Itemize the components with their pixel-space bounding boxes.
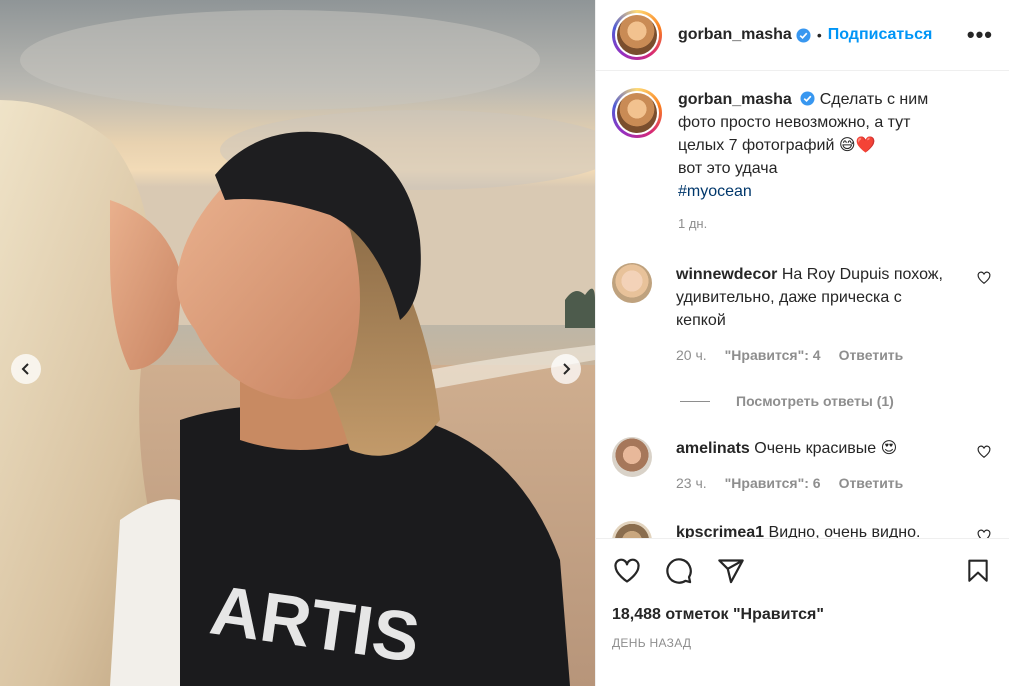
- more-options-button[interactable]: •••: [967, 22, 993, 48]
- comment-username[interactable]: kpscrimea1: [676, 524, 764, 538]
- caption-line: фото просто невозможно, а тут: [678, 114, 911, 131]
- view-replies-button[interactable]: Посмотреть ответы (1): [680, 393, 993, 409]
- comment-icon: [666, 558, 692, 584]
- hashtag-link[interactable]: #myocean: [678, 180, 968, 203]
- action-icons-row: [612, 555, 993, 587]
- verified-badge-icon: [800, 91, 815, 106]
- comment-like-heart-icon[interactable]: [977, 271, 991, 285]
- author-avatar[interactable]: [612, 10, 662, 60]
- replies-divider: [680, 400, 710, 402]
- comment-username[interactable]: winnewdecor: [676, 266, 777, 283]
- comment-likes-link[interactable]: "Нравится": 6: [725, 472, 821, 495]
- bookmark-icon: [968, 559, 988, 582]
- comment-item: kpscrimea1 Видно, очень видно.: [612, 521, 993, 538]
- follow-button[interactable]: Подписаться: [828, 26, 933, 44]
- caption-line: целых 7 фотографий 😅❤️: [678, 137, 876, 154]
- comment-like-heart-icon[interactable]: [977, 529, 991, 538]
- caption-line: Сделать с ним: [819, 91, 929, 108]
- chevron-right-icon: [563, 363, 571, 375]
- commenter-avatar[interactable]: [612, 521, 652, 538]
- post-photo[interactable]: ARTIS: [0, 0, 595, 686]
- comments-list[interactable]: gorban_masha Сделать с ним фото просто н…: [596, 72, 1009, 538]
- caption-author-avatar[interactable]: [612, 88, 662, 138]
- save-button[interactable]: [963, 556, 993, 586]
- carousel-prev-button[interactable]: [11, 354, 41, 384]
- comment-likes-link[interactable]: "Нравится": 4: [725, 344, 821, 367]
- comment-text: Видно, очень видно.: [768, 524, 921, 538]
- share-button[interactable]: [716, 556, 746, 586]
- commenter-avatar[interactable]: [612, 437, 652, 477]
- author-username[interactable]: gorban_masha: [678, 26, 792, 44]
- caption-line: вот это удача: [678, 160, 778, 177]
- chevron-left-icon: [21, 363, 29, 375]
- likes-count[interactable]: 18,488 отметок "Нравится": [612, 606, 993, 624]
- commenter-avatar[interactable]: [612, 263, 652, 303]
- caption-username[interactable]: gorban_masha: [678, 91, 792, 108]
- header-separator: •: [816, 27, 822, 43]
- comment-reply-button[interactable]: Ответить: [839, 344, 904, 367]
- comment-text: Очень красивые 😍: [754, 440, 898, 457]
- comment-actions: 23 ч. "Нравится": 6 Ответить: [676, 472, 946, 495]
- post-header: gorban_masha • Подписаться •••: [596, 0, 1009, 71]
- like-button[interactable]: [612, 556, 642, 586]
- heart-icon: [614, 558, 640, 583]
- post-actions-bar: 18,488 отметок "Нравится" ДЕНЬ НАЗАД: [596, 538, 1009, 650]
- comment-username[interactable]: amelinats: [676, 440, 750, 457]
- share-icon: [718, 559, 744, 584]
- comment-item: winnewdecor На Roy Dupuis похож, удивите…: [612, 263, 993, 367]
- carousel-next-button[interactable]: [551, 354, 581, 384]
- comment-age: 23 ч.: [676, 475, 707, 491]
- post-caption: gorban_masha Сделать с ним фото просто н…: [612, 88, 993, 235]
- comment-item: amelinats Очень красивые 😍 23 ч. "Нравит…: [612, 437, 993, 495]
- comment-reply-button[interactable]: Ответить: [839, 472, 904, 495]
- comment-like-heart-icon[interactable]: [977, 445, 991, 459]
- comment-button[interactable]: [664, 556, 694, 586]
- caption-age: 1 дн.: [678, 216, 708, 231]
- comment-age: 20 ч.: [676, 347, 707, 363]
- post-timestamp[interactable]: ДЕНЬ НАЗАД: [612, 636, 993, 650]
- photo-scene: ARTIS: [0, 0, 595, 686]
- verified-badge-icon: [796, 27, 811, 43]
- post-side-panel: gorban_masha • Подписаться ••• gorban_ma…: [595, 0, 1009, 686]
- view-replies-label: Посмотреть ответы (1): [736, 393, 894, 409]
- comment-actions: 20 ч. "Нравится": 4 Ответить: [676, 344, 946, 367]
